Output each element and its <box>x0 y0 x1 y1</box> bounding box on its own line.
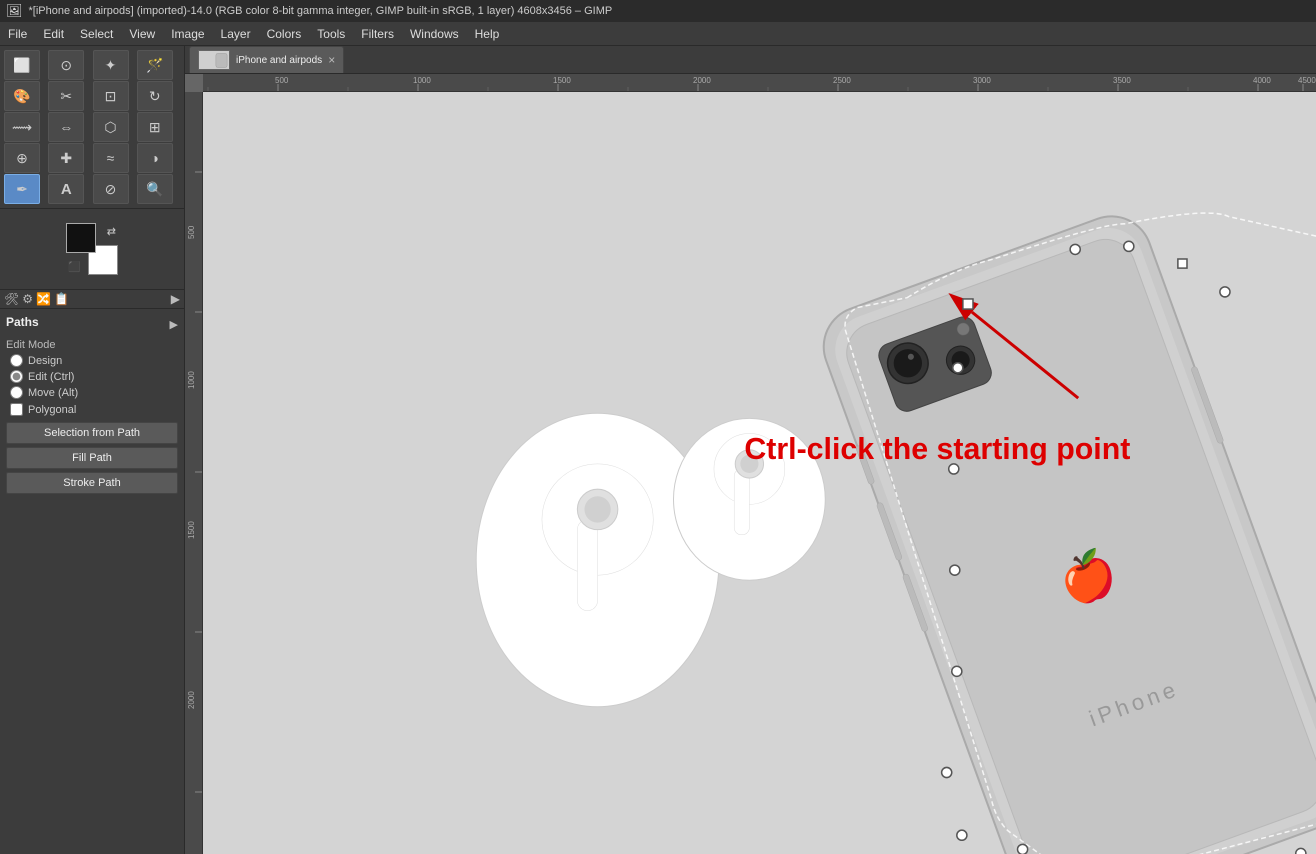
polygonal-checkbox[interactable] <box>10 403 23 416</box>
options-icon4[interactable]: 📋 <box>54 292 69 306</box>
color-area: ⇄ ⬛ <box>0 209 184 289</box>
svg-text:1000: 1000 <box>187 371 196 389</box>
svg-text:3500: 3500 <box>1113 76 1131 85</box>
mode-design-row: Design <box>6 354 178 367</box>
tool-fuzzy-select[interactable]: 🪄 <box>137 50 173 80</box>
svg-text:1500: 1500 <box>187 521 196 539</box>
tab-thumbnail <box>198 50 230 70</box>
svg-text:1000: 1000 <box>413 76 431 85</box>
tool-flip[interactable]: ⇔ <box>48 112 84 142</box>
mode-design-radio[interactable] <box>10 354 23 367</box>
paths-panel-expand[interactable]: ▶ <box>170 318 178 331</box>
menu-item-help[interactable]: Help <box>467 24 508 44</box>
mode-move-radio[interactable] <box>10 386 23 399</box>
canvas-tab[interactable]: iPhone and airpods × <box>189 46 344 73</box>
menu-item-colors[interactable]: Colors <box>259 24 310 44</box>
tool-zoom[interactable]: 🔍 <box>137 174 173 204</box>
menubar: FileEditSelectViewImageLayerColorsToolsF… <box>0 22 1316 46</box>
paths-panel-title: Paths <box>6 315 39 329</box>
vertical-ruler: 500 1000 1500 2000 <box>185 92 203 854</box>
mode-edit-row: Edit (Ctrl) <box>6 370 178 383</box>
svg-text:500: 500 <box>187 225 196 239</box>
canvas-image: 🍎 iPhone <box>203 92 1316 854</box>
svg-text:4000: 4000 <box>1253 76 1271 85</box>
content-area: iPhone and airpods × 500 1000 1500 2000 <box>185 46 1316 854</box>
mode-move-row: Move (Alt) <box>6 386 178 399</box>
tool-warp[interactable]: ⟿ <box>4 112 40 142</box>
menu-item-edit[interactable]: Edit <box>35 24 72 44</box>
mode-move-label: Move (Alt) <box>28 387 78 399</box>
edit-mode-label: Edit Mode <box>6 339 178 351</box>
canvas-scene: 🍎 iPhone <box>203 92 1316 854</box>
options-icon1[interactable]: 🛠 <box>4 292 19 306</box>
tool-select-by-color[interactable]: 🎨 <box>4 81 40 111</box>
titlebar: 🖼 *[iPhone and airpods] (imported)-14.0 … <box>0 0 1316 22</box>
toolbox: ⬜ ⊙ ✦ 🪄 🎨 ✂ ⊡ ↻ ⟿ ⇔ ⬡ ⊞ ⊕ ✚ ≈ ◑ ✒ A ⊘ 🔍 <box>0 46 185 854</box>
tab-label: iPhone and airpods <box>236 55 322 66</box>
mode-edit-radio[interactable] <box>10 370 23 383</box>
tool-transform[interactable]: ↻ <box>137 81 173 111</box>
menu-item-filters[interactable]: Filters <box>353 24 402 44</box>
tool-clone[interactable]: ⊕ <box>4 143 40 173</box>
svg-text:500: 500 <box>275 76 289 85</box>
tool-ellipse-select[interactable]: ⊙ <box>48 50 84 80</box>
menu-item-layer[interactable]: Layer <box>213 24 259 44</box>
app-icon: 🖼 <box>6 3 23 19</box>
polygonal-row: Polygonal <box>6 403 178 416</box>
tool-paths[interactable]: ✒ <box>4 174 40 204</box>
svg-text:3000: 3000 <box>973 76 991 85</box>
svg-text:2000: 2000 <box>187 691 196 709</box>
tab-bar: iPhone and airpods × <box>185 46 1316 74</box>
menu-item-select[interactable]: Select <box>72 24 121 44</box>
window-title: *[iPhone and airpods] (imported)-14.0 (R… <box>29 5 613 17</box>
svg-text:2000: 2000 <box>693 76 711 85</box>
paths-panel: Paths ▶ Edit Mode Design Edit (Ctrl) Mov… <box>0 309 184 854</box>
menu-item-image[interactable]: Image <box>163 24 212 44</box>
tool-rect-select[interactable]: ⬜ <box>4 50 40 80</box>
tab-close-button[interactable]: × <box>328 53 335 67</box>
tool-crop[interactable]: ⊡ <box>93 81 129 111</box>
mode-design-label: Design <box>28 355 62 367</box>
fill-path-button[interactable]: Fill Path <box>6 447 178 469</box>
svg-text:2500: 2500 <box>833 76 851 85</box>
tool-text[interactable]: A <box>48 174 84 204</box>
reset-colors-icon[interactable]: ⬛ <box>68 262 80 273</box>
svg-text:1500: 1500 <box>553 76 571 85</box>
tool-dodge[interactable]: ◑ <box>137 143 173 173</box>
menu-item-windows[interactable]: Windows <box>402 24 467 44</box>
svg-text:4500: 4500 <box>1298 76 1316 85</box>
canvas-wrapper: 500 1000 1500 2000 2500 3000 3500 4000 <box>185 74 1316 854</box>
menu-item-file[interactable]: File <box>0 24 35 44</box>
annotation-text-svg: Ctrl-click the starting point <box>744 433 1130 466</box>
tool-free-select[interactable]: ✦ <box>93 50 129 80</box>
menu-item-view[interactable]: View <box>121 24 163 44</box>
swap-colors-icon[interactable]: ⇄ <box>107 225 116 238</box>
options-icon2[interactable]: ⚙ <box>22 292 33 306</box>
tool-scissors[interactable]: ✂ <box>48 81 84 111</box>
foreground-color-swatch[interactable] <box>66 223 96 253</box>
menu-item-tools[interactable]: Tools <box>309 24 353 44</box>
options-icon3[interactable]: 🔀 <box>36 292 51 306</box>
tool-unified-transform[interactable]: ⊞ <box>137 112 173 142</box>
canvas[interactable]: 🍎 iPhone <box>203 92 1316 854</box>
tool-color-picker[interactable]: ⊘ <box>93 174 129 204</box>
stroke-path-button[interactable]: Stroke Path <box>6 472 178 494</box>
selection-from-path-button[interactable]: Selection from Path <box>6 422 178 444</box>
tool-icons: ⬜ ⊙ ✦ 🪄 🎨 ✂ ⊡ ↻ ⟿ ⇔ ⬡ ⊞ ⊕ ✚ ≈ ◑ ✒ A ⊘ 🔍 <box>0 46 184 209</box>
tool-perspective[interactable]: ⬡ <box>93 112 129 142</box>
main-layout: ⬜ ⊙ ✦ 🪄 🎨 ✂ ⊡ ↻ ⟿ ⇔ ⬡ ⊞ ⊕ ✚ ≈ ◑ ✒ A ⊘ 🔍 <box>0 46 1316 854</box>
mode-edit-label: Edit (Ctrl) <box>28 371 74 383</box>
polygonal-label: Polygonal <box>28 404 76 416</box>
tool-options-bar: 🛠 ⚙ 🔀 📋 ▶ <box>0 289 184 309</box>
panel-menu-icon[interactable]: ▶ <box>171 292 180 306</box>
tool-smudge[interactable]: ≈ <box>93 143 129 173</box>
horizontal-ruler: 500 1000 1500 2000 2500 3000 3500 4000 <box>203 74 1316 92</box>
tool-heal[interactable]: ✚ <box>48 143 84 173</box>
